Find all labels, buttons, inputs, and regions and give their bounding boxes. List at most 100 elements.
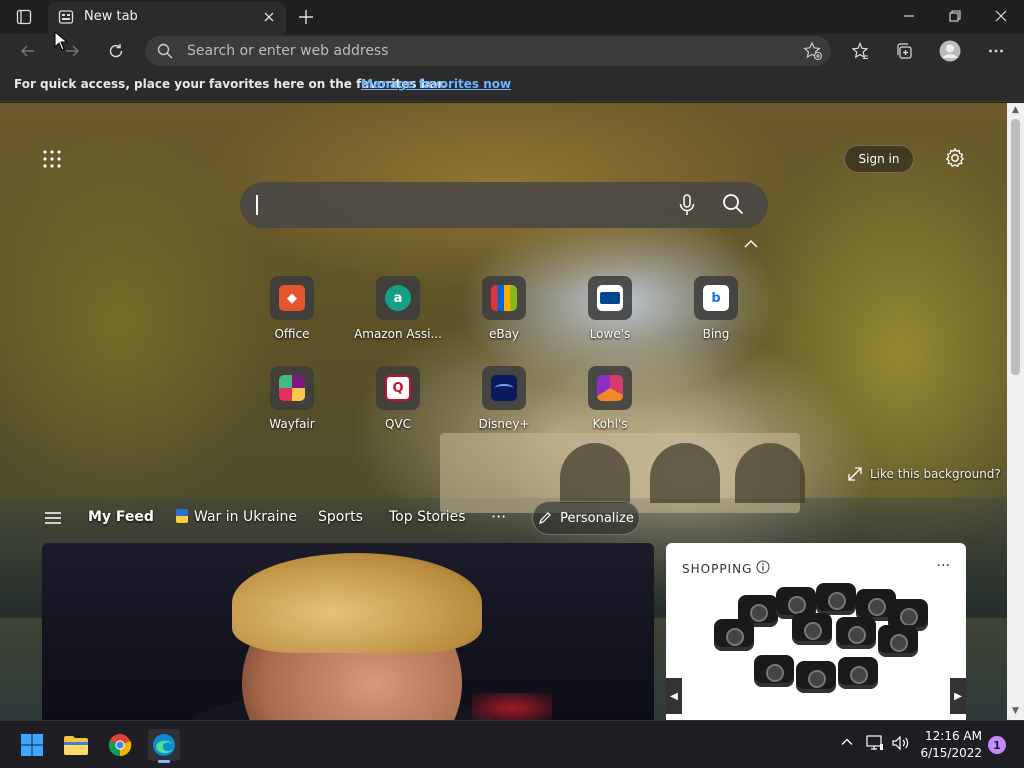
info-icon[interactable]	[756, 560, 770, 574]
settings-more-button[interactable]	[982, 37, 1010, 65]
edge-button[interactable]	[148, 729, 180, 763]
personalize-button[interactable]: Personalize	[532, 501, 640, 535]
chrome-button[interactable]	[104, 729, 136, 761]
feed-more-button[interactable]: ···	[491, 507, 506, 526]
carousel-prev-button[interactable]: ◀	[666, 678, 682, 714]
camera-image	[816, 583, 856, 615]
back-button[interactable]	[14, 37, 42, 65]
tab-new-tab[interactable]: New tab	[48, 2, 286, 34]
quick-link-amazon[interactable]: a Amazon Assi...	[354, 276, 442, 356]
ebay-icon	[491, 285, 517, 311]
minimize-button[interactable]	[886, 0, 932, 32]
quick-link-disney[interactable]: Disney+	[472, 366, 536, 446]
collections-button[interactable]	[890, 37, 918, 65]
clock-time: 12:16 AM	[925, 729, 982, 743]
address-input[interactable]	[187, 41, 787, 61]
quick-link-tile: Q	[376, 366, 420, 410]
refresh-button[interactable]	[102, 37, 130, 65]
web-search-box[interactable]	[240, 182, 768, 228]
camera-image	[796, 661, 836, 693]
quick-link-tile: a	[376, 276, 420, 320]
quick-link-tile	[482, 366, 526, 410]
page-scrollbar[interactable]: ▲ ▼	[1007, 103, 1024, 720]
scroll-up-arrow-icon[interactable]: ▲	[1010, 105, 1021, 117]
quick-link-tile: b	[694, 276, 738, 320]
quick-link-label: Wayfair	[269, 417, 315, 431]
quick-link-wayfair[interactable]: Wayfair	[260, 366, 324, 446]
disney-plus-icon	[491, 375, 517, 401]
camera-image	[836, 617, 876, 649]
scroll-down-arrow-icon[interactable]: ▼	[1010, 706, 1021, 718]
profile-button[interactable]	[936, 37, 964, 65]
quick-link-label: Disney+	[478, 417, 530, 431]
plus-icon	[299, 10, 313, 24]
network-icon[interactable]	[866, 735, 884, 751]
address-bar[interactable]	[145, 36, 831, 66]
camera-image	[838, 657, 878, 689]
hamburger-menu-icon[interactable]	[44, 511, 62, 525]
camera-image	[878, 625, 918, 657]
quick-link-kohls[interactable]: Kohl's	[578, 366, 642, 446]
tab-actions-icon	[16, 9, 32, 25]
quick-link-label: Amazon Assi...	[354, 327, 442, 341]
screen: New tab Search or enter web address For …	[0, 0, 1024, 768]
chevron-up-icon[interactable]	[840, 735, 854, 749]
close-tab-button[interactable]	[260, 8, 278, 26]
news-image-hair	[232, 553, 482, 653]
notification-badge[interactable]: 1	[988, 736, 1006, 754]
new-tab-page-icon	[58, 10, 74, 24]
quick-link-office[interactable]: ◆ Office	[260, 276, 324, 356]
scrollbar-thumb[interactable]	[1011, 119, 1020, 375]
taskbar: 12:16 AM 6/15/2022 1	[0, 720, 1024, 768]
edge-icon	[153, 734, 175, 756]
text-caret	[256, 195, 258, 215]
favorites-star-icon	[851, 42, 869, 60]
kohls-icon	[597, 375, 623, 401]
start-button[interactable]	[16, 729, 48, 761]
microphone-icon[interactable]	[678, 194, 696, 216]
volume-icon[interactable]	[892, 735, 910, 751]
quick-link-ebay[interactable]: eBay	[472, 276, 536, 356]
ukraine-flag-icon	[176, 509, 188, 523]
tab-top-stories[interactable]: Top Stories	[389, 509, 466, 525]
shopping-more-button[interactable]: ···	[937, 558, 950, 574]
more-dots-icon	[989, 49, 1003, 53]
quick-link-tile	[588, 366, 632, 410]
quick-link-qvc[interactable]: Q QVC	[366, 366, 430, 446]
restore-button[interactable]	[932, 0, 978, 32]
like-background-link[interactable]: Like this background?	[848, 467, 1001, 481]
favorites-button[interactable]	[846, 37, 874, 65]
favorites-bar: For quick access, place your favorites h…	[0, 68, 1024, 102]
tab-sports[interactable]: Sports	[318, 509, 363, 525]
close-window-button[interactable]	[978, 0, 1024, 32]
quick-link-bing[interactable]: b Bing	[684, 276, 748, 356]
search-icon[interactable]	[722, 193, 744, 215]
shopping-card[interactable]: SHOPPING ··· ◀ ▶	[666, 543, 966, 720]
tab-strip: New tab	[0, 0, 1024, 34]
tab-war-in-ukraine[interactable]: War in Ukraine	[176, 509, 297, 525]
tab-actions-button[interactable]	[8, 6, 40, 28]
carousel-next-button[interactable]: ▶	[950, 678, 966, 714]
collections-icon	[897, 43, 912, 59]
new-tab-page: Sign in ◆ Office a Amazon Assi... eBay L…	[0, 103, 1007, 720]
tab-my-feed[interactable]: My Feed	[88, 509, 154, 525]
news-card[interactable]	[42, 543, 654, 720]
system-clock[interactable]: 12:16 AM 6/15/2022	[912, 728, 982, 762]
gear-icon[interactable]	[944, 147, 966, 169]
clock-date: 6/15/2022	[920, 746, 982, 760]
quick-link-lowes[interactable]: Lowe's	[578, 276, 642, 356]
news-image-accent	[472, 693, 552, 720]
camera-image	[714, 619, 754, 651]
new-tab-button[interactable]	[294, 5, 318, 29]
file-explorer-button[interactable]	[60, 729, 92, 761]
close-icon	[995, 10, 1007, 22]
quick-link-tile	[482, 276, 526, 320]
manage-favorites-link[interactable]: Manage favorites now	[361, 77, 511, 91]
quick-link-tile	[270, 366, 314, 410]
sign-in-button[interactable]: Sign in	[844, 145, 914, 173]
chevron-up-icon[interactable]	[744, 239, 758, 249]
add-favorite-icon[interactable]	[803, 41, 823, 61]
amazon-assistant-icon: a	[385, 285, 411, 311]
apps-grid-icon[interactable]	[42, 149, 62, 169]
office-icon: ◆	[279, 285, 305, 311]
